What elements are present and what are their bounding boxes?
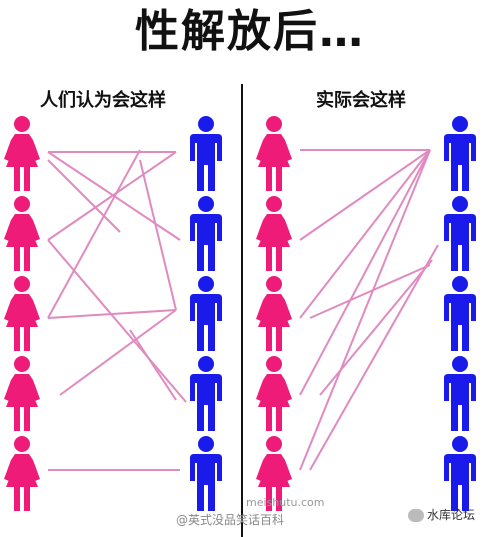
connection-line: [129, 329, 177, 401]
male-figure-icon: [440, 435, 480, 517]
female-figure-icon: [252, 195, 296, 277]
watermark-account-text: 水库论坛: [427, 508, 476, 522]
connection-line: [139, 159, 177, 311]
male-figure-icon: [186, 115, 226, 197]
male-figure-icon: [440, 195, 480, 277]
male-figure-icon: [440, 275, 480, 357]
male-figure-icon: [440, 355, 480, 437]
female-figure-icon: [252, 275, 296, 357]
watermark-credit-text: @英式没品笑话百科: [176, 513, 285, 527]
male-figure-icon: [186, 195, 226, 277]
connection-line: [299, 149, 431, 396]
female-figure-icon: [0, 115, 44, 197]
female-figure-icon: [252, 115, 296, 197]
male-figure-icon: [186, 275, 226, 357]
female-figure-icon: [0, 435, 44, 517]
connection-line: [47, 309, 177, 319]
female-figure-icon: [0, 355, 44, 437]
wechat-icon: [408, 509, 424, 522]
connection-lines: [47, 149, 439, 471]
connection-line: [47, 159, 121, 233]
watermark-credit: meishutu.com @英式没品笑话百科: [176, 496, 325, 528]
female-figure-icon: [252, 355, 296, 437]
male-figure-icon: [440, 115, 480, 197]
watermark-site: meishutu.com: [246, 496, 325, 509]
connection-line: [299, 149, 431, 241]
female-figure-icon: [0, 195, 44, 277]
male-figure-icon: [186, 355, 226, 437]
watermark-account: 水库论坛: [408, 506, 475, 523]
connection-line: [299, 149, 431, 471]
female-figure-icon: [0, 275, 44, 357]
